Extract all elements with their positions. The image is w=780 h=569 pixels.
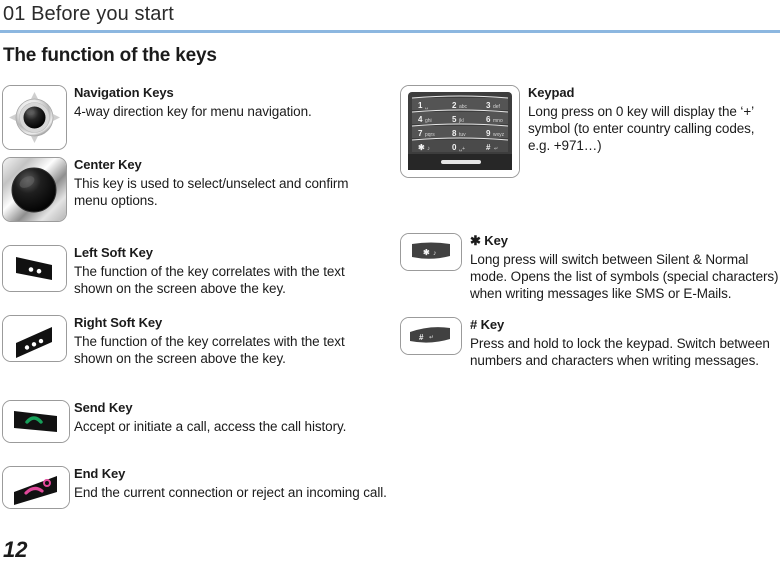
list-item-description: End the current connection or reject an … bbox=[74, 485, 387, 500]
send-key-text: Send Key Accept or initiate a call, acce… bbox=[74, 400, 384, 435]
svg-text:␣: ␣ bbox=[425, 104, 428, 110]
svg-text:2: 2 bbox=[452, 101, 457, 110]
list-item-title: # Key bbox=[470, 317, 505, 332]
hash-key-icon: # ↵ bbox=[400, 317, 462, 355]
svg-text:tuv: tuv bbox=[459, 132, 466, 138]
svg-text:mno: mno bbox=[493, 118, 503, 124]
end-key-icon bbox=[2, 466, 70, 509]
page-title: The function of the keys bbox=[3, 45, 217, 66]
svg-text:♪: ♪ bbox=[427, 146, 430, 152]
star-key-text: ✱ Key Long press will switch between Sil… bbox=[470, 233, 780, 302]
list-item-title: Right Soft Key bbox=[74, 315, 163, 330]
svg-text:ghi: ghi bbox=[425, 118, 432, 124]
svg-text:4: 4 bbox=[418, 115, 423, 124]
keypad-icon: 1 ␣ 2 abc 3 def 4 ghi 5 jkl 6 mno 7 pqrs… bbox=[400, 85, 520, 178]
send-key-icon bbox=[2, 400, 70, 443]
svg-text:6: 6 bbox=[486, 115, 491, 124]
list-item-title: ✱ Key bbox=[470, 233, 508, 248]
page-header: 01 Before you start The function of the … bbox=[0, 0, 780, 67]
page-number: 12 bbox=[3, 537, 28, 562]
svg-text:5: 5 bbox=[452, 115, 457, 124]
list-item-description: 4-way direction key for menu navigation. bbox=[74, 104, 312, 119]
svg-text:#: # bbox=[486, 143, 491, 152]
svg-text:↵: ↵ bbox=[494, 146, 498, 152]
svg-text:1: 1 bbox=[418, 101, 423, 110]
center-key-icon bbox=[2, 157, 67, 222]
navigation-keys-text: Navigation Keys 4-way direction key for … bbox=[74, 85, 379, 120]
list-item-title: End Key bbox=[74, 466, 126, 481]
list-item-description: The function of the key correlates with … bbox=[74, 264, 345, 296]
end-key-text: End Key End the current connection or re… bbox=[74, 466, 389, 501]
svg-text:9: 9 bbox=[486, 129, 491, 138]
svg-text:abc: abc bbox=[459, 104, 468, 110]
list-item-title: Send Key bbox=[74, 400, 133, 415]
svg-text:✱: ✱ bbox=[418, 143, 425, 152]
svg-text:3: 3 bbox=[486, 101, 491, 110]
keypad-text: Keypad Long press on 0 key will display … bbox=[528, 85, 778, 154]
svg-text:wxyz: wxyz bbox=[493, 132, 505, 138]
left-soft-key-text: Left Soft Key The function of the key co… bbox=[74, 245, 384, 297]
svg-text:def: def bbox=[493, 104, 501, 110]
star-key-icon: ✱ ♪ bbox=[400, 233, 462, 271]
chapter-title: 01 Before you start bbox=[3, 3, 174, 25]
right-soft-key-icon bbox=[2, 315, 67, 362]
list-item-title: Keypad bbox=[528, 85, 575, 100]
svg-text:0: 0 bbox=[452, 143, 457, 152]
list-item-description: The function of the key correlates with … bbox=[74, 334, 345, 366]
list-item-description: Accept or initiate a call, access the ca… bbox=[74, 419, 347, 434]
svg-text:#: # bbox=[419, 333, 424, 342]
svg-text:↵: ↵ bbox=[429, 335, 434, 341]
list-item-description: Press and hold to lock the keypad. Switc… bbox=[470, 336, 770, 368]
hash-key-text: # Key Press and hold to lock the keypad.… bbox=[470, 317, 780, 369]
svg-text:jkl: jkl bbox=[458, 118, 464, 124]
list-item-description: This key is used to select/unselect and … bbox=[74, 176, 349, 208]
list-item-description: Long press on 0 key will display the ‘+’… bbox=[528, 104, 755, 153]
navigation-keys-icon bbox=[2, 85, 67, 150]
left-soft-key-icon bbox=[2, 245, 67, 292]
svg-text:✱: ✱ bbox=[423, 248, 430, 257]
svg-text:pqrs: pqrs bbox=[425, 132, 435, 138]
center-key-text: Center Key This key is used to select/un… bbox=[74, 157, 384, 209]
list-item-title: Center Key bbox=[74, 157, 142, 172]
svg-text:8: 8 bbox=[452, 129, 457, 138]
list-item-description: Long press will switch between Silent & … bbox=[470, 252, 779, 301]
svg-text:♪: ♪ bbox=[433, 250, 437, 257]
svg-text:␣+: ␣+ bbox=[459, 146, 465, 152]
list-item-title: Navigation Keys bbox=[74, 85, 174, 100]
list-item-title: Left Soft Key bbox=[74, 245, 153, 260]
right-soft-key-text: Right Soft Key The function of the key c… bbox=[74, 315, 384, 367]
svg-text:7: 7 bbox=[418, 129, 423, 138]
